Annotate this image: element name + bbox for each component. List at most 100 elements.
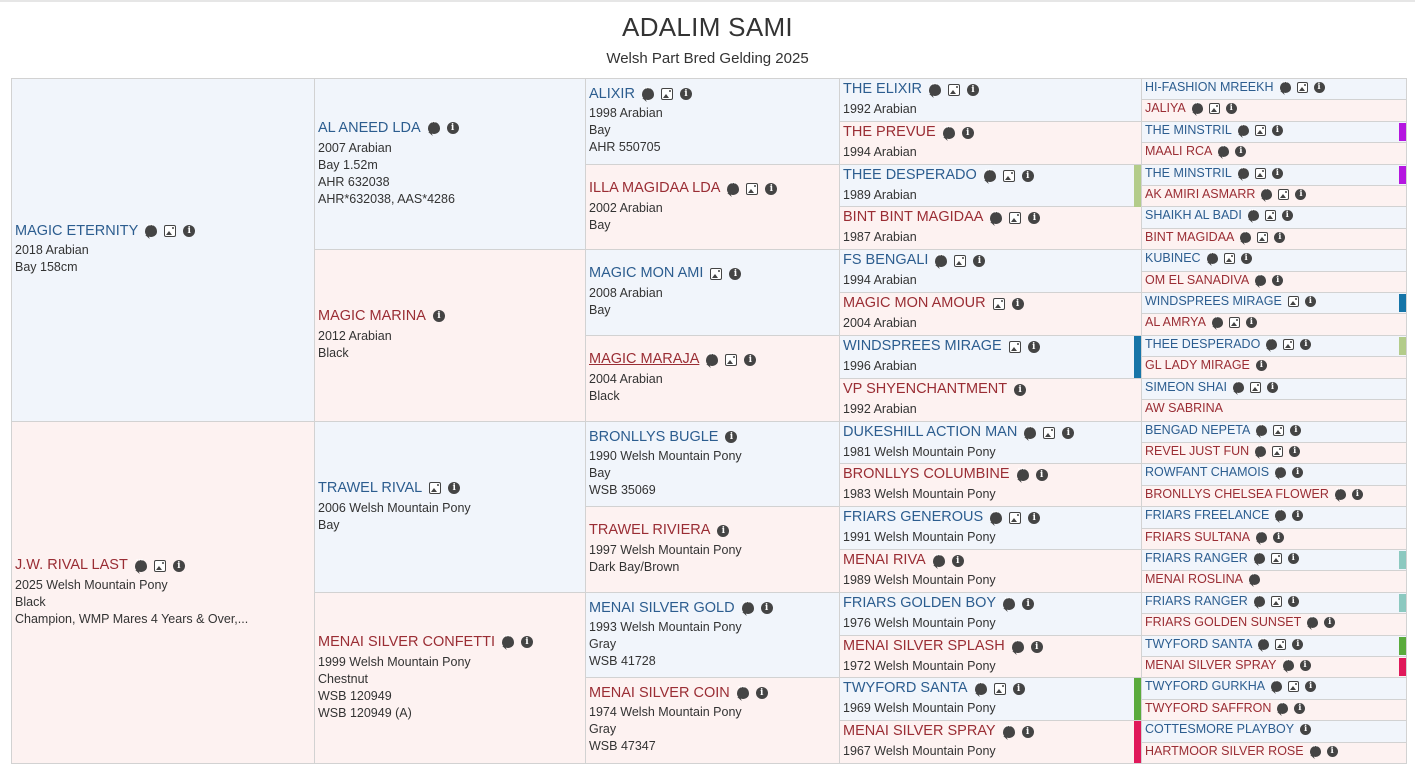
horse-name-link[interactable]: TWYFORD SANTA: [1145, 638, 1252, 651]
horse-name-link[interactable]: MENAI SILVER CONFETTI: [318, 635, 495, 650]
comment-icon[interactable]: [1240, 229, 1252, 243]
photo-icon[interactable]: [1264, 209, 1276, 221]
horse-name-link[interactable]: THE ELIXIR: [843, 82, 922, 97]
comment-icon[interactable]: [1277, 700, 1289, 714]
comment-icon[interactable]: [1253, 550, 1265, 564]
comment-icon[interactable]: [1248, 571, 1260, 585]
info-icon[interactable]: i: [1266, 381, 1278, 393]
info-icon[interactable]: i: [1326, 745, 1338, 757]
info-icon[interactable]: i: [1305, 680, 1317, 692]
comment-icon[interactable]: [1256, 529, 1268, 543]
horse-name-link[interactable]: MENAI ROSLINA: [1145, 573, 1243, 586]
horse-name-link[interactable]: MAALI RCA: [1145, 145, 1212, 158]
comment-icon[interactable]: [736, 683, 749, 700]
comment-icon[interactable]: [1275, 464, 1287, 478]
horse-name-link[interactable]: TWYFORD GURKHA: [1145, 680, 1265, 693]
horse-name-link[interactable]: MENAI SILVER SPRAY: [843, 724, 996, 739]
photo-icon[interactable]: [725, 353, 738, 366]
comment-icon[interactable]: [1253, 593, 1265, 607]
info-icon[interactable]: i: [1324, 616, 1336, 628]
horse-name-link[interactable]: AK AMIRI ASMARR: [1145, 188, 1255, 201]
photo-icon[interactable]: [1287, 295, 1299, 307]
info-icon[interactable]: i: [755, 687, 768, 700]
info-icon[interactable]: i: [1273, 531, 1285, 543]
horse-name-link[interactable]: TWYFORD SAFFRON: [1145, 702, 1271, 715]
comment-icon[interactable]: [727, 179, 740, 195]
comment-icon[interactable]: [974, 679, 987, 695]
horse-name-link[interactable]: MENAI SILVER GOLD: [589, 601, 735, 616]
comment-icon[interactable]: [1266, 336, 1278, 350]
horse-name-link[interactable]: BRONLLYS CHELSEA FLOWER: [1145, 488, 1329, 501]
photo-icon[interactable]: [1270, 595, 1282, 607]
comment-icon[interactable]: [1191, 100, 1203, 114]
comment-icon[interactable]: [1237, 165, 1249, 179]
horse-name-link[interactable]: MENAI SILVER SPLASH: [843, 639, 1005, 654]
horse-name-link[interactable]: MAGIC MON AMOUR: [843, 296, 986, 311]
horse-name-link[interactable]: THE MINSTRIL: [1145, 124, 1232, 137]
info-icon[interactable]: i: [951, 554, 964, 567]
horse-name-link[interactable]: BINT MAGIDAA: [1145, 231, 1234, 244]
comment-icon[interactable]: [1002, 722, 1015, 738]
info-icon[interactable]: i: [172, 559, 185, 572]
horse-name-link[interactable]: J.W. RIVAL LAST: [15, 558, 128, 573]
info-icon[interactable]: i: [760, 602, 773, 615]
info-icon[interactable]: i: [1292, 638, 1304, 650]
horse-name-link[interactable]: MENAI SILVER COIN: [589, 686, 730, 701]
info-icon[interactable]: i: [961, 126, 974, 139]
horse-name-link[interactable]: TWYFORD SANTA: [843, 681, 968, 696]
comment-icon[interactable]: [1255, 443, 1267, 457]
photo-icon[interactable]: [1273, 424, 1285, 436]
photo-icon[interactable]: [947, 83, 960, 96]
comment-icon[interactable]: [942, 123, 955, 139]
info-icon[interactable]: i: [1300, 723, 1312, 735]
info-icon[interactable]: i: [1304, 295, 1316, 307]
horse-name-link[interactable]: WINDSPREES MIRAGE: [1145, 295, 1282, 308]
comment-icon[interactable]: [1211, 314, 1223, 328]
comment-icon[interactable]: [1232, 379, 1244, 393]
info-icon[interactable]: i: [1313, 81, 1325, 93]
photo-icon[interactable]: [1283, 338, 1295, 350]
comment-icon[interactable]: [1024, 423, 1037, 439]
info-icon[interactable]: i: [1028, 511, 1041, 524]
info-icon[interactable]: i: [1027, 340, 1040, 353]
photo-icon[interactable]: [710, 267, 723, 280]
info-icon[interactable]: i: [1289, 445, 1301, 457]
comment-icon[interactable]: [145, 221, 158, 237]
info-icon[interactable]: i: [966, 83, 979, 96]
horse-name-link[interactable]: SIMEON SHAI: [1145, 381, 1227, 394]
info-icon[interactable]: i: [1294, 702, 1306, 714]
comment-icon[interactable]: [134, 556, 147, 572]
info-icon[interactable]: i: [1030, 640, 1043, 653]
info-icon[interactable]: i: [1271, 167, 1283, 179]
info-icon[interactable]: i: [1281, 209, 1293, 221]
photo-icon[interactable]: [954, 254, 967, 267]
photo-icon[interactable]: [1278, 188, 1290, 200]
photo-icon[interactable]: [1009, 511, 1022, 524]
photo-icon[interactable]: [1249, 381, 1261, 393]
comment-icon[interactable]: [932, 551, 945, 567]
horse-name-link[interactable]: FRIARS RANGER: [1145, 552, 1248, 565]
comment-icon[interactable]: [741, 598, 754, 615]
comment-icon[interactable]: [1247, 207, 1259, 221]
info-icon[interactable]: i: [1272, 274, 1284, 286]
info-icon[interactable]: i: [1271, 124, 1283, 136]
comment-icon[interactable]: [1282, 657, 1294, 671]
comment-icon[interactable]: [706, 350, 719, 366]
horse-name-link[interactable]: BRONLLYS COLUMBINE: [843, 467, 1010, 482]
horse-name-link[interactable]: FRIARS RANGER: [1145, 595, 1248, 608]
horse-name-link[interactable]: JALIYA: [1145, 102, 1186, 115]
info-icon[interactable]: i: [744, 353, 757, 366]
info-icon[interactable]: i: [1021, 169, 1034, 182]
photo-icon[interactable]: [164, 225, 177, 237]
horse-name-link[interactable]: FS BENGALI: [843, 253, 928, 268]
horse-name-link[interactable]: ROWFANT CHAMOIS: [1145, 466, 1269, 479]
info-icon[interactable]: i: [1287, 595, 1299, 607]
info-icon[interactable]: i: [1035, 468, 1048, 481]
info-icon[interactable]: i: [1292, 509, 1304, 521]
photo-icon[interactable]: [1272, 445, 1284, 457]
horse-name-link[interactable]: TRAWEL RIVIERA: [589, 523, 710, 538]
photo-icon[interactable]: [1296, 81, 1308, 93]
photo-icon[interactable]: [1009, 211, 1022, 224]
horse-name-link[interactable]: AL AMRYA: [1145, 316, 1206, 329]
horse-name-link[interactable]: ALIXIR: [589, 87, 635, 102]
